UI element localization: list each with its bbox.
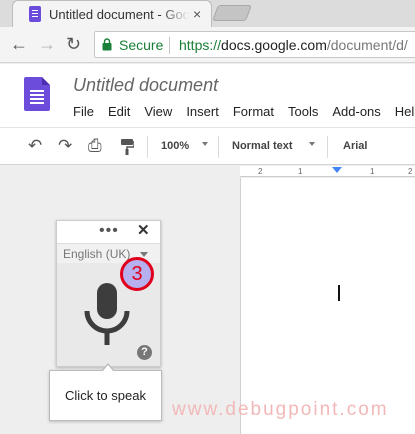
print-icon[interactable]: ⎙ (88, 136, 102, 156)
secure-label: Secure (119, 37, 164, 53)
ruler-label: 1 (298, 167, 303, 176)
paint-format-icon[interactable] (120, 138, 134, 156)
close-icon[interactable]: ✕ (137, 222, 150, 240)
tab-title: Untitled document - Google Docs (49, 7, 189, 22)
toolbar-divider (327, 136, 328, 158)
style-caret-icon[interactable] (309, 142, 315, 146)
undo-icon[interactable]: ↶ (28, 136, 42, 156)
url-host: docs.google.com (221, 37, 327, 53)
ruler[interactable]: 2 1 1 2 (240, 166, 415, 177)
formatting-toolbar: ↶ ↷ ⎙ 100% Normal text Arial (0, 127, 415, 165)
document-title[interactable]: Untitled document (73, 75, 218, 96)
indent-marker-icon[interactable] (332, 167, 342, 173)
omnibox-divider (169, 37, 170, 54)
menu-view[interactable]: View (144, 104, 172, 119)
menu-add-ons[interactable]: Add-ons (332, 104, 380, 119)
toolbar-divider (218, 136, 219, 158)
tab-strip: Untitled document - Google Docs × (0, 0, 415, 27)
zoom-select[interactable]: 100% (161, 140, 189, 152)
lock-icon (102, 38, 112, 51)
ruler-label: 1 (370, 167, 375, 176)
ruler-label: 2 (258, 167, 263, 176)
tooltip-text: Click to speak (65, 388, 146, 403)
reload-icon[interactable]: ↻ (66, 33, 81, 55)
menu-help[interactable]: Help (395, 104, 415, 119)
voice-typing-panel: ••• ✕ English (UK) ? (56, 220, 161, 367)
tooltip: Click to speak (49, 363, 162, 421)
step-number-badge: 3 (120, 257, 154, 291)
browser-toolbar: ← → ↻ Secure https://docs.google.com/doc… (0, 27, 415, 63)
style-select[interactable]: Normal text (232, 140, 293, 152)
menu-tools[interactable]: Tools (288, 104, 318, 119)
ruler-label: 2 (408, 167, 413, 176)
back-icon[interactable]: ← (10, 33, 28, 55)
more-options-icon[interactable]: ••• (99, 223, 119, 239)
menu-insert[interactable]: Insert (186, 104, 219, 119)
address-bar[interactable]: Secure https://docs.google.com/document/… (94, 31, 415, 58)
docs-logo-icon[interactable] (24, 77, 50, 111)
font-select[interactable]: Arial (343, 140, 367, 152)
browser-tab[interactable]: Untitled document - Google Docs × (12, 0, 212, 27)
menu-edit[interactable]: Edit (108, 104, 130, 119)
chevron-down-icon (140, 252, 148, 257)
docs-logo-lines (30, 90, 44, 92)
language-label: English (UK) (63, 247, 131, 261)
docs-header: Untitled document File Edit View Insert Form… (0, 64, 415, 127)
text-cursor (338, 285, 340, 301)
watermark: www.debugpoint.com (172, 399, 389, 420)
toolbar-divider (147, 136, 148, 158)
help-icon[interactable]: ? (137, 345, 152, 360)
forward-icon[interactable]: → (38, 33, 56, 55)
new-tab-button[interactable] (212, 5, 252, 21)
menu-file[interactable]: File (73, 104, 94, 119)
document-page[interactable] (240, 178, 415, 434)
menu-format[interactable]: Format (233, 104, 274, 119)
tab-close-icon[interactable]: × (193, 4, 201, 24)
url-text: https://docs.google.com/document/d/ (179, 37, 408, 53)
url-path: /document/d/ (326, 37, 408, 53)
menu-bar: File Edit View Insert Format Tools Add-ons Help (73, 103, 415, 121)
redo-icon[interactable]: ↷ (58, 136, 72, 156)
docs-logo-fold (42, 77, 50, 85)
microphone-icon (84, 283, 130, 345)
screen: Untitled document - Google Docs × ← → ↻ … (0, 0, 415, 434)
url-scheme: https:// (179, 37, 222, 53)
zoom-caret-icon[interactable] (202, 142, 208, 146)
docs-favicon-icon (29, 6, 41, 22)
